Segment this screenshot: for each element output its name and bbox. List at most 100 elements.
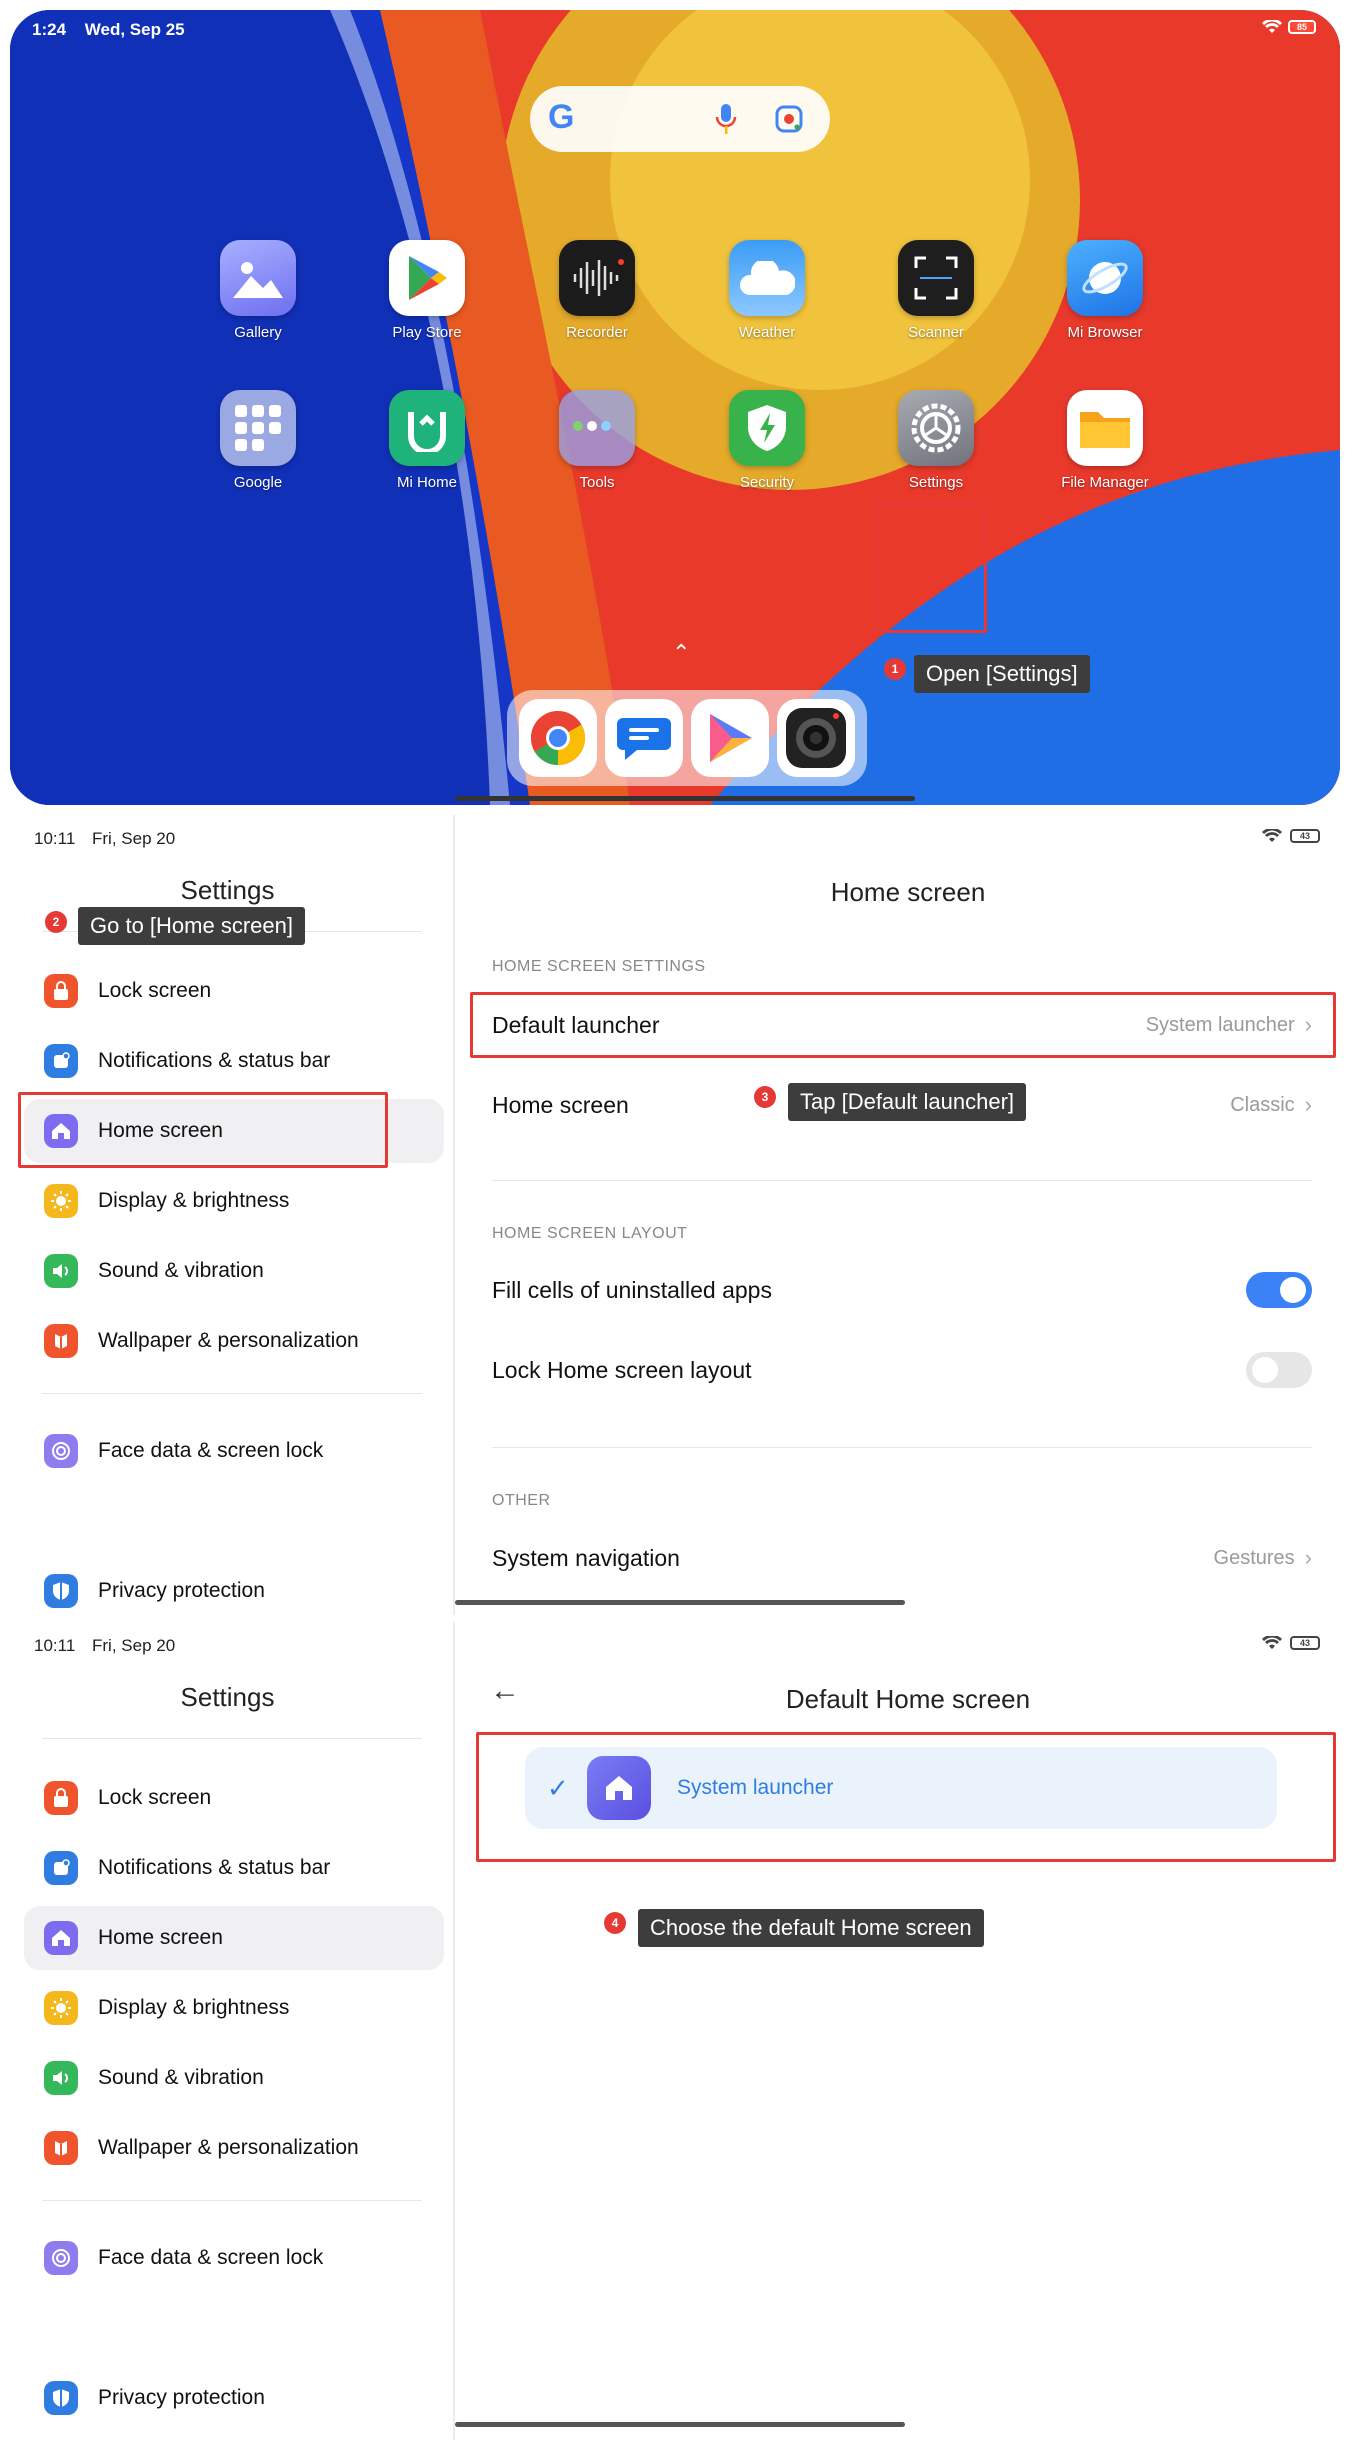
speaker-icon xyxy=(44,2061,78,2095)
row-value: Gestures xyxy=(1213,1546,1295,1569)
sidebar-item-display[interactable]: Display & brightness xyxy=(24,1169,444,1233)
status-bar: 1:24 Wed, Sep 25 xyxy=(32,20,185,40)
divider xyxy=(42,1393,422,1394)
sidebar-item-face-lock[interactable]: Face data & screen lock xyxy=(24,1419,444,1483)
app-gallery[interactable]: Gallery xyxy=(188,240,328,341)
browser-icon xyxy=(1067,240,1143,316)
play-store-icon xyxy=(389,240,465,316)
gesture-bar[interactable] xyxy=(455,796,915,801)
app-label: Weather xyxy=(738,324,796,341)
camera-icon[interactable] xyxy=(777,699,855,777)
app-label: Mi Browser xyxy=(1067,324,1143,341)
lock-layout-row: Lock Home screen layout xyxy=(492,1335,1312,1405)
video-icon[interactable] xyxy=(691,699,769,777)
sidebar-item-label: Display & brightness xyxy=(98,1189,290,1212)
sidebar-item-home-screen[interactable]: Home screen xyxy=(24,1906,444,1970)
app-recorder[interactable]: Recorder xyxy=(527,240,667,341)
mic-icon[interactable] xyxy=(715,102,737,136)
wallpaper-icon xyxy=(44,1324,78,1358)
status-date: Wed, Sep 25 xyxy=(84,20,185,39)
sidebar-item-face-lock[interactable]: Face data & screen lock xyxy=(24,2226,444,2290)
sidebar-item-sound[interactable]: Sound & vibration xyxy=(24,2046,444,2110)
system-navigation-row[interactable]: System navigation Gestures › xyxy=(492,1523,1312,1593)
sidebar-item-label: Wallpaper & personalization xyxy=(98,1329,359,1352)
google-lens-icon[interactable] xyxy=(774,104,804,134)
step-tooltip: Choose the default Home screen xyxy=(638,1909,984,1947)
weather-icon xyxy=(729,240,805,316)
status-time: 1:24 xyxy=(32,20,67,39)
step-badge: 2 xyxy=(45,911,67,933)
app-label: Mi Home xyxy=(396,474,457,491)
sidebar-item-label: Face data & screen lock xyxy=(98,1439,324,1462)
fill-cells-toggle[interactable] xyxy=(1246,1272,1312,1308)
highlight-settings-app xyxy=(875,503,987,633)
lock-icon xyxy=(44,1781,78,1815)
sidebar-item-label: Lock screen xyxy=(98,979,212,1002)
status-icons: 43 xyxy=(1262,829,1320,843)
sidebar-item-lock-screen[interactable]: Lock screen xyxy=(24,959,444,1023)
sidebar-item-label: Notifications & status bar xyxy=(98,1049,331,1072)
app-label: Google xyxy=(233,474,283,491)
gesture-bar[interactable] xyxy=(455,1600,905,1605)
chevron-right-icon: › xyxy=(1304,1092,1312,1117)
app-play-store[interactable]: Play Store xyxy=(357,240,497,341)
step-tooltip: Tap [Default launcher] xyxy=(788,1083,1027,1121)
section-header: HOME SCREEN SETTINGS xyxy=(492,958,706,975)
sidebar-item-wallpaper[interactable]: Wallpaper & personalization xyxy=(24,2116,444,2180)
messages-icon[interactable] xyxy=(605,699,683,777)
app-settings[interactable]: Settings xyxy=(866,390,1006,491)
section-header: OTHER xyxy=(492,1492,551,1509)
sidebar-item-sound[interactable]: Sound & vibration xyxy=(24,1239,444,1303)
app-file-manager[interactable]: File Manager xyxy=(1035,390,1175,491)
app-weather[interactable]: Weather xyxy=(697,240,837,341)
highlight-default-launcher xyxy=(470,992,1336,1058)
sidebar-item-display[interactable]: Display & brightness xyxy=(24,1976,444,2040)
sidebar-item-privacy[interactable]: Privacy protection xyxy=(24,2366,444,2430)
row-label: Lock Home screen layout xyxy=(492,1356,752,1383)
app-scanner[interactable]: Scanner xyxy=(866,240,1006,341)
wifi-icon xyxy=(1262,829,1282,842)
lock-icon xyxy=(44,974,78,1008)
app-label: Gallery xyxy=(234,324,282,341)
app-mi-browser[interactable]: Mi Browser xyxy=(1035,240,1175,341)
google-search-bar[interactable]: G xyxy=(530,86,830,152)
sidebar-item-notifications[interactable]: Notifications & status bar xyxy=(24,1029,444,1093)
app-drawer-chevron-up-icon[interactable]: ⌃ xyxy=(672,640,690,666)
sidebar-item-label: Privacy protection xyxy=(98,1579,265,1602)
step-tooltip: Go to [Home screen] xyxy=(78,907,305,945)
sidebar-item-privacy[interactable]: Privacy protection xyxy=(24,1559,444,1623)
lock-layout-toggle[interactable] xyxy=(1246,1352,1312,1388)
row-label: System navigation xyxy=(492,1544,680,1571)
sidebar-item-notifications[interactable]: Notifications & status bar xyxy=(24,1836,444,1900)
page-title: Default Home screen xyxy=(785,1684,1031,1714)
notifications-icon xyxy=(44,1044,78,1078)
divider xyxy=(42,1738,422,1739)
battery-icon: 43 xyxy=(1290,1636,1320,1650)
home-screen: 1:24 Wed, Sep 25 85 G Gallery Play Store… xyxy=(10,10,1340,805)
highlight-launcher-option xyxy=(476,1732,1336,1862)
app-label: Recorder xyxy=(566,324,628,341)
sidebar-item-label: Display & brightness xyxy=(98,1996,290,2019)
row-value: Classic xyxy=(1230,1093,1295,1116)
app-label: Settings xyxy=(908,474,964,491)
sidebar-item-label: Lock screen xyxy=(98,1786,212,1809)
google-logo-icon: G xyxy=(548,98,575,136)
app-folder-tools[interactable]: Tools xyxy=(527,390,667,491)
app-label: Security xyxy=(739,474,795,491)
app-security[interactable]: Security xyxy=(697,390,837,491)
settings-gear-icon xyxy=(898,390,974,466)
app-folder-google[interactable]: Google xyxy=(188,390,328,491)
sidebar-item-wallpaper[interactable]: Wallpaper & personalization xyxy=(24,1309,444,1373)
chrome-icon[interactable] xyxy=(519,699,597,777)
sidebar-item-label: Home screen xyxy=(98,1926,223,1949)
app-label: Play Store xyxy=(392,324,462,341)
wifi-icon xyxy=(1262,20,1282,33)
sun-icon xyxy=(44,1991,78,2025)
settings-home-screen-panel: 10:11 Fri, Sep 20 43 Settings Lock scree… xyxy=(0,815,1360,1615)
face-lock-icon xyxy=(44,2241,78,2275)
app-mi-home[interactable]: Mi Home xyxy=(357,390,497,491)
fill-cells-row: Fill cells of uninstalled apps xyxy=(492,1255,1312,1325)
sidebar-item-label: Face data & screen lock xyxy=(98,2246,324,2269)
gesture-bar[interactable] xyxy=(455,2422,905,2427)
sidebar-item-lock-screen[interactable]: Lock screen xyxy=(24,1766,444,1830)
